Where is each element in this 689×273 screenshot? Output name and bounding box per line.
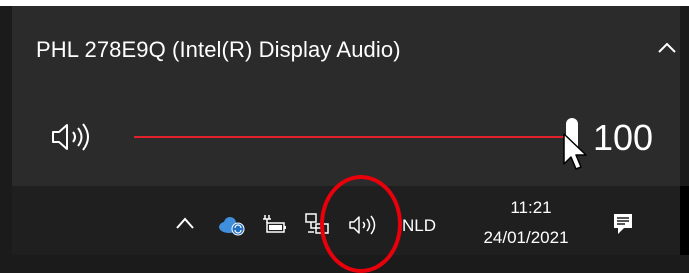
clock-date[interactable]: 24/01/2021 <box>467 228 585 248</box>
volume-slider-fill <box>134 136 578 138</box>
battery-charging-icon[interactable] <box>262 213 288 235</box>
volume-flyout: PHL 278E9Q (Intel(R) Display Audio) <box>12 6 680 186</box>
volume-slider[interactable] <box>134 118 578 154</box>
network-icon[interactable] <box>304 212 330 236</box>
show-hidden-icons-chevron-icon[interactable] <box>174 216 196 230</box>
input-language-indicator[interactable]: NLD <box>402 216 436 236</box>
volume-slider-thumb[interactable] <box>566 118 578 154</box>
expand-devices-chevron-icon[interactable] <box>656 38 678 58</box>
taskbar: NLD 11:21 24/01/2021 <box>12 186 680 255</box>
onedrive-cloud-icon[interactable] <box>217 214 247 236</box>
speaker-icon[interactable] <box>348 214 380 236</box>
audio-device-name[interactable]: PHL 278E9Q (Intel(R) Display Audio) <box>36 37 401 63</box>
window-right-edge <box>680 186 689 255</box>
volume-value: 100 <box>593 117 654 158</box>
mute-speaker-icon[interactable] <box>50 121 94 153</box>
clock-time[interactable]: 11:21 <box>496 198 566 218</box>
action-center-icon[interactable] <box>612 212 636 238</box>
